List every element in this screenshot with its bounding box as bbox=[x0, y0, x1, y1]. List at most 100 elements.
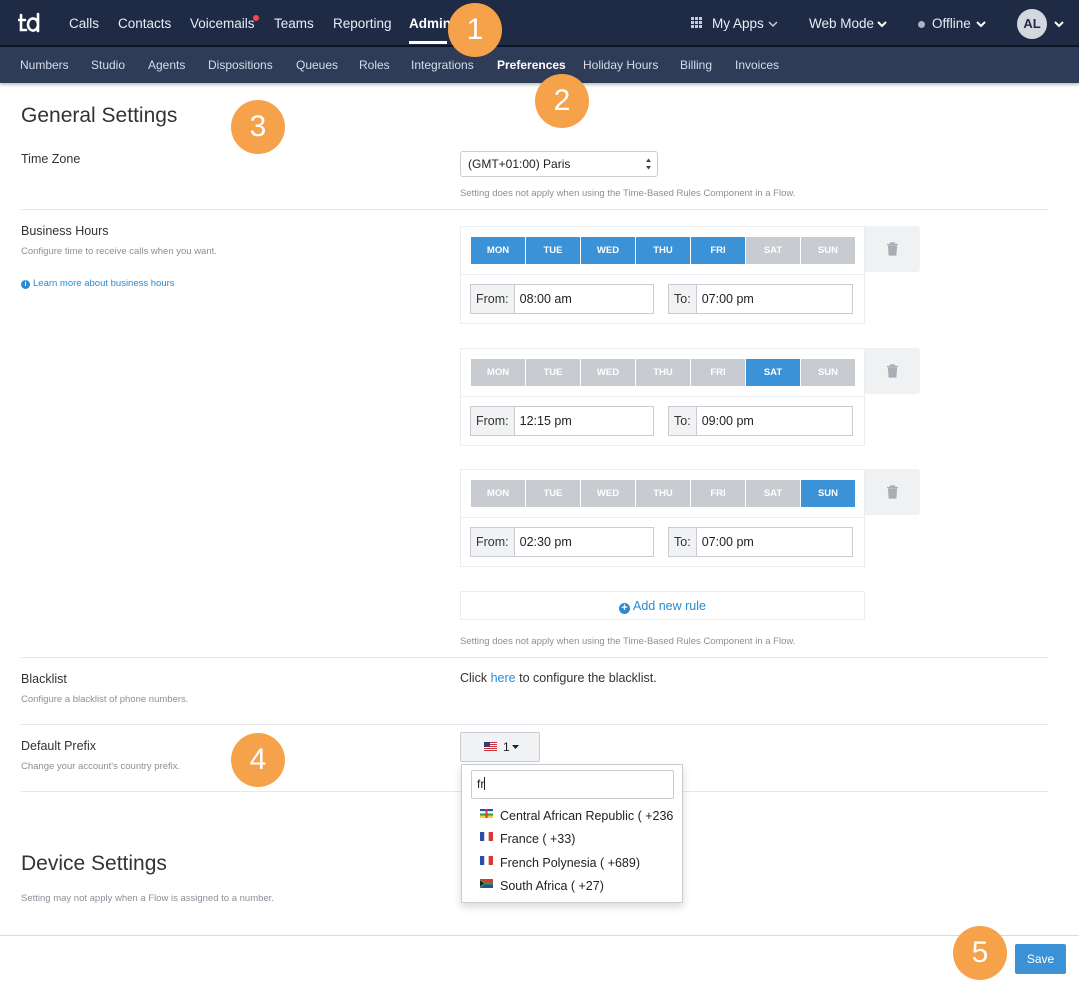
web-mode-menu[interactable]: Web Mode bbox=[809, 16, 874, 31]
country-option[interactable]: Central African Republic ( +236 bbox=[480, 809, 673, 823]
add-new-rule-button[interactable]: + Add new rule bbox=[460, 591, 865, 620]
day-wed-toggle[interactable]: WED bbox=[581, 480, 635, 507]
info-icon: i bbox=[21, 280, 30, 289]
nav-admin[interactable]: Admin bbox=[409, 16, 451, 31]
status-menu[interactable]: Offline bbox=[932, 16, 971, 31]
from-time-input[interactable]: 08:00 am bbox=[514, 284, 654, 314]
nav-teams[interactable]: Teams bbox=[274, 16, 314, 31]
top-navbar: Calls Contacts Voicemails Teams Reportin… bbox=[0, 0, 1079, 47]
subnav-agents[interactable]: Agents bbox=[148, 58, 185, 72]
to-time-input[interactable]: 07:00 pm bbox=[696, 284, 853, 314]
day-wed-toggle[interactable]: WED bbox=[581, 237, 635, 264]
default-prefix-label: Default Prefix bbox=[21, 739, 97, 753]
timezone-value: (GMT+01:00) Paris bbox=[468, 157, 571, 171]
day-fri-toggle[interactable]: FRI bbox=[691, 480, 745, 507]
french-polynesia-flag-icon bbox=[480, 856, 493, 865]
delete-rule-button[interactable] bbox=[865, 469, 920, 515]
day-tue-toggle[interactable]: TUE bbox=[526, 359, 580, 386]
to-time-group: To: 07:00 pm bbox=[668, 527, 853, 557]
day-sat-toggle[interactable]: SAT bbox=[746, 359, 800, 386]
subnav-numbers[interactable]: Numbers bbox=[20, 58, 69, 72]
blacklist-description: Configure a blacklist of phone numbers. bbox=[21, 694, 189, 705]
from-time-input[interactable]: 12:15 pm bbox=[514, 406, 654, 436]
trash-icon bbox=[887, 364, 898, 378]
day-fri-toggle[interactable]: FRI bbox=[691, 359, 745, 386]
from-time-group: From: 12:15 pm bbox=[470, 406, 654, 436]
active-nav-indicator bbox=[409, 41, 447, 44]
day-sun-toggle[interactable]: SUN bbox=[801, 237, 855, 264]
delete-rule-button[interactable] bbox=[865, 348, 920, 394]
user-avatar[interactable]: AL bbox=[1017, 9, 1047, 39]
day-thu-toggle[interactable]: THU bbox=[636, 237, 690, 264]
blacklist-here-link[interactable]: here bbox=[491, 671, 516, 685]
business-hours-hint: Setting does not apply when using the Ti… bbox=[460, 636, 796, 647]
rule-days: MON TUE WED THU FRI SAT SUN bbox=[471, 237, 855, 264]
country-prefix-dropdown[interactable]: 1 bbox=[460, 732, 540, 762]
us-flag-icon bbox=[484, 742, 497, 751]
subnav-holiday-hours[interactable]: Holiday Hours bbox=[583, 58, 658, 72]
nav-calls[interactable]: Calls bbox=[69, 16, 99, 31]
day-wed-toggle[interactable]: WED bbox=[581, 359, 635, 386]
to-time-input[interactable]: 07:00 pm bbox=[696, 527, 853, 557]
subnav-billing[interactable]: Billing bbox=[680, 58, 712, 72]
france-flag-icon bbox=[480, 832, 493, 841]
td-logo-icon[interactable] bbox=[18, 10, 44, 36]
nav-reporting[interactable]: Reporting bbox=[333, 16, 392, 31]
subnav-preferences[interactable]: Preferences bbox=[497, 58, 566, 72]
general-settings-title: General Settings bbox=[21, 104, 178, 127]
save-button[interactable]: Save bbox=[1015, 944, 1066, 974]
text-cursor bbox=[484, 777, 486, 790]
country-option[interactable]: France ( +33) bbox=[480, 832, 575, 846]
from-label: From: bbox=[470, 527, 515, 557]
prefix-value: 1 bbox=[503, 740, 510, 754]
from-label: From: bbox=[470, 284, 515, 314]
to-label: To: bbox=[668, 406, 697, 436]
to-label: To: bbox=[668, 527, 697, 557]
country-option[interactable]: French Polynesia ( +689) bbox=[480, 856, 640, 870]
from-time-input[interactable]: 02:30 pm bbox=[514, 527, 654, 557]
to-time-group: To: 07:00 pm bbox=[668, 284, 853, 314]
rule-days: MON TUE WED THU FRI SAT SUN bbox=[471, 359, 855, 386]
business-hours-rule: MON TUE WED THU FRI SAT SUN From: 02:30 … bbox=[460, 469, 865, 567]
divider bbox=[21, 724, 1048, 725]
day-tue-toggle[interactable]: TUE bbox=[526, 237, 580, 264]
business-hours-learn-more-link[interactable]: i Learn more about business hours bbox=[21, 278, 175, 289]
blacklist-text: Click here to configure the blacklist. bbox=[460, 671, 657, 685]
my-apps-menu[interactable]: My Apps bbox=[712, 16, 764, 31]
subnav-dispositions[interactable]: Dispositions bbox=[208, 58, 273, 72]
select-arrows-icon bbox=[646, 158, 651, 170]
chevron-down-icon[interactable] bbox=[877, 19, 887, 29]
subnav-invoices[interactable]: Invoices bbox=[735, 58, 779, 72]
to-time-input[interactable]: 09:00 pm bbox=[696, 406, 853, 436]
device-settings-description: Setting may not apply when a Flow is ass… bbox=[21, 893, 274, 904]
country-option[interactable]: South Africa ( +27) bbox=[480, 879, 604, 893]
delete-rule-button[interactable] bbox=[865, 226, 920, 272]
day-thu-toggle[interactable]: THU bbox=[636, 359, 690, 386]
chevron-down-icon[interactable] bbox=[768, 19, 778, 29]
timezone-select[interactable]: (GMT+01:00) Paris bbox=[460, 151, 658, 177]
subnav-roles[interactable]: Roles bbox=[359, 58, 390, 72]
chevron-down-icon[interactable] bbox=[1054, 19, 1064, 29]
chevron-down-icon[interactable] bbox=[976, 19, 986, 29]
day-sat-toggle[interactable]: SAT bbox=[746, 480, 800, 507]
day-thu-toggle[interactable]: THU bbox=[636, 480, 690, 507]
subnav-integrations[interactable]: Integrations bbox=[411, 58, 474, 72]
from-label: From: bbox=[470, 406, 515, 436]
device-settings-title: Device Settings bbox=[21, 852, 167, 875]
subnav-studio[interactable]: Studio bbox=[91, 58, 125, 72]
day-fri-toggle[interactable]: FRI bbox=[691, 237, 745, 264]
day-mon-toggle[interactable]: MON bbox=[471, 480, 525, 507]
nav-contacts[interactable]: Contacts bbox=[118, 16, 171, 31]
divider bbox=[21, 657, 1048, 658]
day-sun-toggle[interactable]: SUN bbox=[801, 480, 855, 507]
subnav-queues[interactable]: Queues bbox=[296, 58, 338, 72]
annotation-badge-2: 2 bbox=[535, 74, 589, 128]
day-sun-toggle[interactable]: SUN bbox=[801, 359, 855, 386]
day-sat-toggle[interactable]: SAT bbox=[746, 237, 800, 264]
nav-voicemails[interactable]: Voicemails bbox=[190, 16, 255, 31]
country-search-input[interactable]: fr bbox=[471, 770, 674, 799]
annotation-badge-3: 3 bbox=[231, 100, 285, 154]
day-mon-toggle[interactable]: MON bbox=[471, 237, 525, 264]
day-mon-toggle[interactable]: MON bbox=[471, 359, 525, 386]
day-tue-toggle[interactable]: TUE bbox=[526, 480, 580, 507]
